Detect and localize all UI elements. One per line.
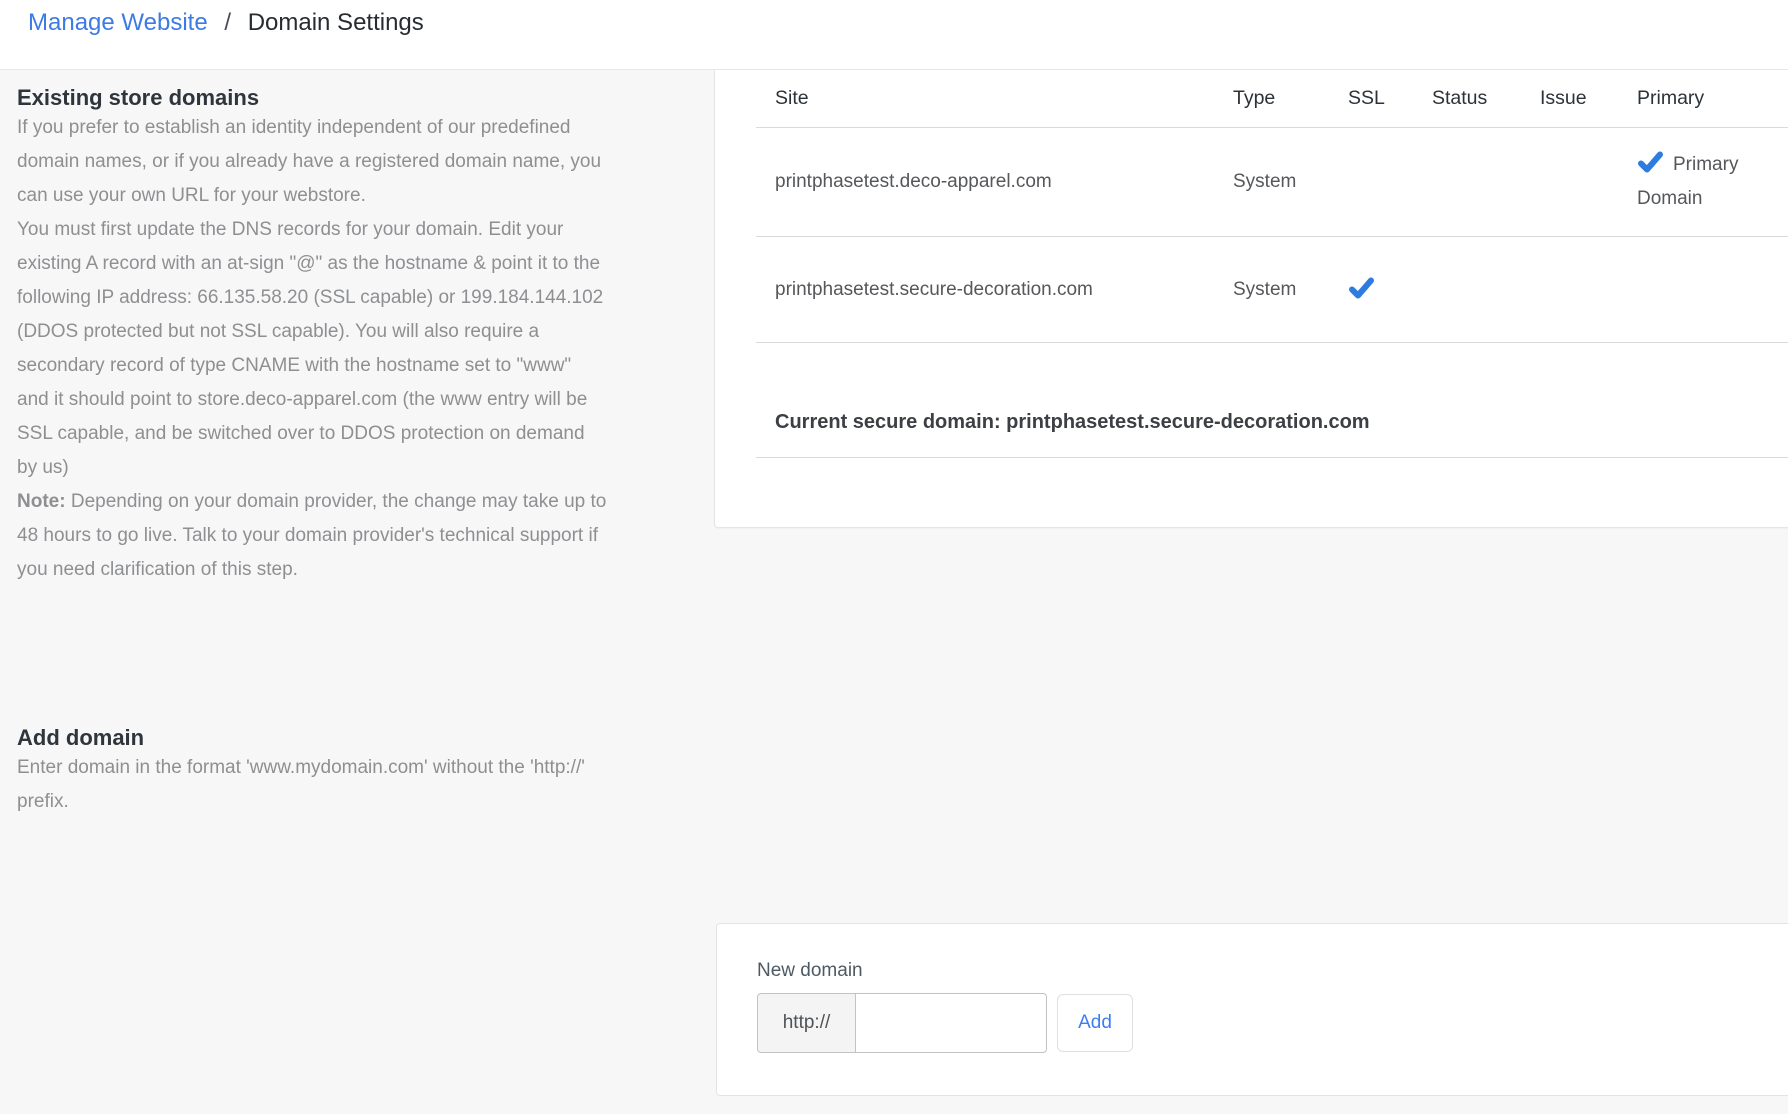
domain-ssl-cell <box>1329 277 1413 302</box>
domain-type-cell: System <box>1214 279 1329 301</box>
domain-type-cell: System <box>1214 171 1329 193</box>
header-issue: Issue <box>1521 87 1618 110</box>
domains-table-card: Site Type SSL Status Issue Primary print… <box>714 70 1788 528</box>
new-domain-input[interactable] <box>855 993 1047 1053</box>
note-paragraph: Note: Depending on your domain provider,… <box>17 485 607 587</box>
domain-site-cell: printphasetest.secure-decoration.com <box>756 274 1214 306</box>
add-domain-paragraph: Enter domain in the format 'www.mydomain… <box>17 751 607 819</box>
header-ssl: SSL <box>1329 87 1413 110</box>
primary-check-icon <box>1637 151 1664 173</box>
domain-settings-page: Existing store domains If you prefer to … <box>0 70 1788 1114</box>
new-domain-form: http:// Add <box>757 993 1788 1053</box>
domain-site-cell: printphasetest.deco-apparel.com <box>756 166 1214 198</box>
add-domain-heading: Add domain <box>17 710 607 751</box>
header-primary: Primary <box>1618 87 1788 110</box>
dns-instructions-paragraph: You must first update the DNS records fo… <box>17 213 607 485</box>
domain-primary-cell: Primary Domain <box>1618 148 1788 216</box>
new-domain-label: New domain <box>757 960 1788 982</box>
add-domain-button[interactable]: Add <box>1057 994 1133 1052</box>
breadcrumb-separator: / <box>224 9 231 36</box>
current-secure-domain-text: Current secure domain: printphasetest.se… <box>756 343 1788 458</box>
http-prefix-addon: http:// <box>757 993 855 1053</box>
header-site: Site <box>756 87 1214 110</box>
domains-table: Site Type SSL Status Issue Primary print… <box>756 70 1788 343</box>
note-label: Note: <box>17 491 66 512</box>
header-status: Status <box>1413 87 1521 110</box>
breadcrumb: Manage Website / Domain Settings <box>0 0 1788 70</box>
table-header-row: Site Type SSL Status Issue Primary <box>756 70 1788 128</box>
note-text: Depending on your domain provider, the c… <box>17 491 606 580</box>
header-type: Type <box>1214 87 1329 110</box>
ssl-check-icon <box>1348 277 1375 299</box>
breadcrumb-link-manage-website[interactable]: Manage Website <box>28 9 208 36</box>
new-domain-card: New domain http:// Add <box>716 923 1788 1096</box>
domain-name: printphasetest.secure-decoration.com <box>775 274 1093 306</box>
existing-domains-heading: Existing store domains <box>17 70 607 111</box>
domain-name: printphasetest.deco-apparel.com <box>775 166 1052 198</box>
breadcrumb-current-page: Domain Settings <box>248 9 424 36</box>
instructions-panel: Existing store domains If you prefer to … <box>17 70 607 819</box>
intro-paragraph: If you prefer to establish an identity i… <box>17 111 607 213</box>
table-row: printphasetest.deco-apparel.com System P… <box>756 128 1788 237</box>
table-row: printphasetest.secure-decoration.com Sys… <box>756 237 1788 343</box>
